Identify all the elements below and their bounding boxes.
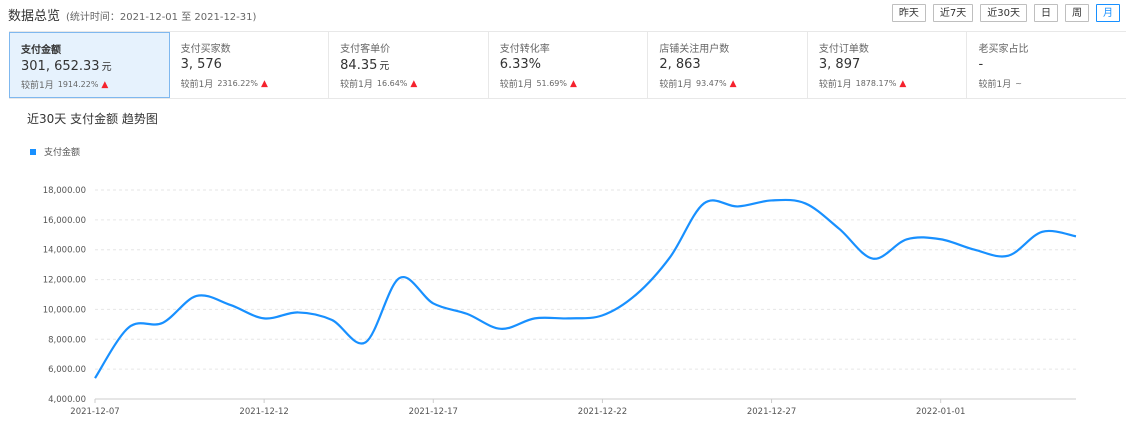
data-point: [161, 321, 165, 325]
data-point: [431, 301, 435, 305]
x-tick-label: 2021-12-27: [747, 407, 796, 417]
y-tick-label: 16,000.00: [43, 216, 86, 226]
y-tick-label: 4,000.00: [48, 395, 86, 405]
data-point: [567, 316, 571, 320]
data-point: [905, 237, 909, 241]
data-point: [770, 198, 774, 202]
y-tick-label: 8,000.00: [48, 335, 86, 345]
data-point: [364, 340, 368, 344]
data-point: [228, 303, 232, 307]
data-point: [330, 318, 334, 322]
x-tick-label: 2021-12-22: [578, 407, 627, 417]
x-tick-label: 2021-12-17: [409, 407, 458, 417]
data-point: [668, 255, 672, 259]
data-point: [837, 227, 841, 231]
data-point: [1040, 230, 1044, 234]
data-point: [262, 316, 266, 320]
data-point: [973, 248, 977, 252]
y-tick-label: 10,000.00: [43, 305, 86, 315]
data-point: [499, 327, 503, 331]
data-point: [600, 313, 604, 317]
line-chart: 4,000.00 6,000.00 8,000.00 10,000.00 12,000.…: [43, 186, 1078, 417]
data-point: [194, 294, 198, 298]
x-tick-label: 2021-12-12: [239, 407, 288, 417]
x-tick-label: 2022-01-01: [916, 407, 965, 417]
data-point: [736, 204, 740, 208]
data-point: [871, 257, 875, 261]
data-point: [296, 310, 300, 314]
data-point: [702, 201, 706, 205]
data-point: [127, 325, 131, 329]
data-point: [803, 201, 807, 205]
data-point: [533, 316, 537, 320]
data-point: [397, 276, 401, 280]
data-point: [939, 237, 943, 241]
series-line-pay-amount: [94, 198, 1077, 379]
y-tick-label: 12,000.00: [43, 276, 86, 286]
y-tick-label: 6,000.00: [48, 365, 86, 375]
data-point: [1006, 254, 1010, 258]
data-point: [1074, 234, 1078, 238]
x-tick-label: 2021-12-07: [70, 407, 119, 417]
data-point: [634, 293, 638, 297]
y-tick-label: 18,000.00: [43, 186, 86, 196]
y-tick-label: 14,000.00: [43, 246, 86, 256]
data-point: [93, 376, 97, 380]
data-point: [465, 312, 469, 316]
